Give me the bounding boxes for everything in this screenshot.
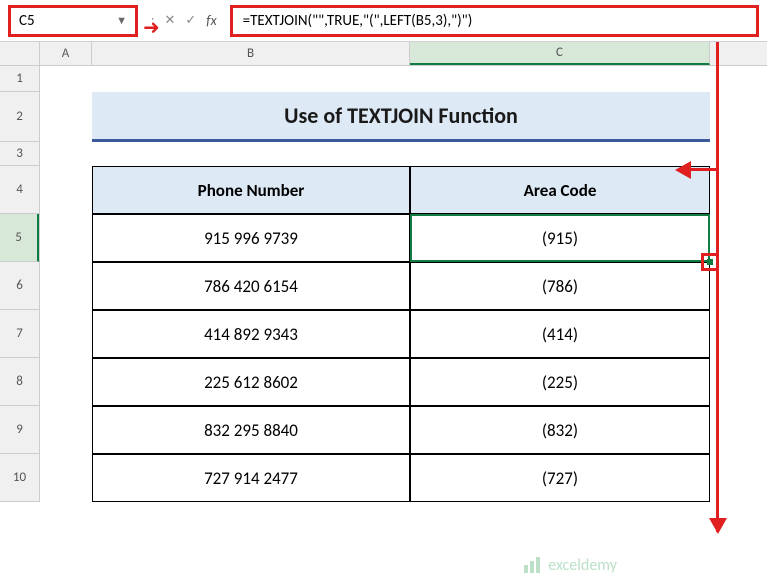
row-header-3[interactable]: 3	[0, 142, 39, 166]
callout-arrow-icon: ➜	[143, 15, 160, 40]
table-row: 915 996 9739 (915)	[92, 214, 710, 262]
cell-phone[interactable]: 915 996 9739	[92, 214, 410, 262]
row-header-2[interactable]: 2	[0, 92, 39, 142]
cell-area[interactable]: (915)	[410, 214, 710, 262]
row-header-7[interactable]: 7	[0, 310, 39, 358]
table-row: 786 420 6154 (786)	[92, 262, 710, 310]
column-header-a[interactable]: A	[40, 42, 92, 65]
row-header-6[interactable]: 6	[0, 262, 39, 310]
cell-phone[interactable]: 225 612 8602	[92, 358, 410, 406]
fill-handle-icon[interactable]	[707, 259, 713, 265]
table-row: 832 295 8840 (832)	[92, 406, 710, 454]
confirm-icon[interactable]: ✓	[182, 13, 199, 28]
row-header-8[interactable]: 8	[0, 358, 39, 406]
name-box[interactable]: C5 ▼	[8, 5, 138, 37]
page-title[interactable]: Use of TEXTJOIN Function	[92, 92, 710, 142]
formula-text: =TEXTJOIN("",TRUE,"(",LEFT(B5,3),")")	[243, 12, 473, 30]
cell-area[interactable]: (727)	[410, 454, 710, 502]
row-header-5[interactable]: 5	[0, 214, 39, 262]
header-phone[interactable]: Phone Number	[92, 166, 410, 214]
row-header-4[interactable]: 4	[0, 166, 39, 214]
callout-arrow-horizontal	[689, 168, 719, 171]
name-box-value: C5	[19, 12, 35, 30]
table-row: 225 612 8602 (225)	[92, 358, 710, 406]
column-header-b[interactable]: B	[92, 42, 410, 65]
chevron-down-icon[interactable]: ▼	[116, 14, 127, 27]
data-table: Phone Number Area Code 915 996 9739 (915…	[92, 166, 710, 502]
watermark: exceldemy	[522, 555, 617, 575]
table-header-row: Phone Number Area Code	[92, 166, 710, 214]
chart-icon	[522, 555, 542, 575]
table-row: 414 892 9343 (414)	[92, 310, 710, 358]
cell-area[interactable]: (786)	[410, 262, 710, 310]
column-headers: A B C	[0, 42, 767, 66]
row-header-9[interactable]: 9	[0, 406, 39, 454]
header-area[interactable]: Area Code	[410, 166, 710, 214]
select-all-corner[interactable]	[0, 42, 40, 65]
cell-phone[interactable]: 727 914 2477	[92, 454, 410, 502]
fx-icon[interactable]: fx	[203, 12, 219, 29]
column-header-c[interactable]: C	[410, 42, 710, 65]
cell-area[interactable]: (225)	[410, 358, 710, 406]
table-row: 727 914 2477 (727)	[92, 454, 710, 502]
callout-arrow-vertical	[716, 42, 719, 532]
watermark-text: exceldemy	[548, 556, 617, 575]
cells-area[interactable]: Use of TEXTJOIN Function Phone Number Ar…	[40, 66, 767, 502]
row-header-10[interactable]: 10	[0, 454, 39, 502]
cell-area[interactable]: (414)	[410, 310, 710, 358]
formula-bar: C5 ▼ ➜ : ✕ ✓ fx =TEXTJOIN("",TRUE,"(",LE…	[0, 0, 767, 42]
cancel-icon[interactable]: ✕	[161, 13, 178, 28]
cell-phone[interactable]: 414 892 9343	[92, 310, 410, 358]
cell-area[interactable]: (832)	[410, 406, 710, 454]
row-header-1[interactable]: 1	[0, 66, 39, 92]
formula-input[interactable]: =TEXTJOIN("",TRUE,"(",LEFT(B5,3),")")	[230, 5, 759, 37]
fill-handle-callout	[701, 253, 719, 271]
spreadsheet-grid: 1 2 3 4 5 6 7 8 9 10 Use of TEXTJOIN Fun…	[0, 66, 767, 502]
cell-phone[interactable]: 786 420 6154	[92, 262, 410, 310]
row-headers: 1 2 3 4 5 6 7 8 9 10	[0, 66, 40, 502]
cell-phone[interactable]: 832 295 8840	[92, 406, 410, 454]
